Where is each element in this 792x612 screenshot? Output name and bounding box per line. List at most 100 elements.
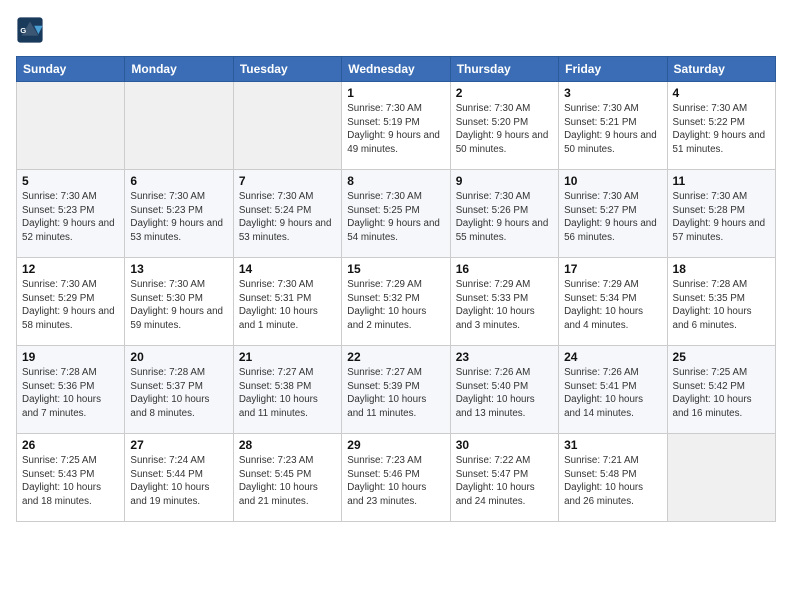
calendar-cell: 4 Sunrise: 7:30 AMSunset: 5:22 PMDaylight… — [667, 82, 775, 170]
calendar-cell: 10 Sunrise: 7:30 AMSunset: 5:27 PMDayligh… — [559, 170, 667, 258]
day-number: 9 — [456, 174, 553, 188]
calendar-cell: 6 Sunrise: 7:30 AMSunset: 5:23 PMDaylight… — [125, 170, 233, 258]
calendar-cell: 3 Sunrise: 7:30 AMSunset: 5:21 PMDaylight… — [559, 82, 667, 170]
day-number: 29 — [347, 438, 444, 452]
calendar-cell: 31 Sunrise: 7:21 AMSunset: 5:48 PMDayligh… — [559, 434, 667, 522]
calendar-week-row: 26 Sunrise: 7:25 AMSunset: 5:43 PMDayligh… — [17, 434, 776, 522]
day-number: 3 — [564, 86, 661, 100]
day-info: Sunrise: 7:25 AMSunset: 5:43 PMDaylight:… — [22, 454, 119, 509]
day-number: 1 — [347, 86, 444, 100]
day-info: Sunrise: 7:30 AMSunset: 5:21 PMDaylight:… — [564, 102, 661, 157]
day-number: 31 — [564, 438, 661, 452]
day-info: Sunrise: 7:30 AMSunset: 5:25 PMDaylight:… — [347, 190, 444, 245]
calendar-cell: 18 Sunrise: 7:28 AMSunset: 5:35 PMDayligh… — [667, 258, 775, 346]
calendar-cell: 26 Sunrise: 7:25 AMSunset: 5:43 PMDayligh… — [17, 434, 125, 522]
day-number: 4 — [673, 86, 770, 100]
day-number: 21 — [239, 350, 336, 364]
calendar-cell: 13 Sunrise: 7:30 AMSunset: 5:30 PMDayligh… — [125, 258, 233, 346]
calendar: SundayMondayTuesdayWednesdayThursdayFrid… — [16, 56, 776, 522]
day-info: Sunrise: 7:21 AMSunset: 5:48 PMDaylight:… — [564, 454, 661, 509]
calendar-cell: 19 Sunrise: 7:28 AMSunset: 5:36 PMDayligh… — [17, 346, 125, 434]
day-number: 13 — [130, 262, 227, 276]
calendar-cell — [125, 82, 233, 170]
calendar-header-row: SundayMondayTuesdayWednesdayThursdayFrid… — [17, 57, 776, 82]
calendar-cell: 24Sunrise: 7:26 AMSunset: 5:41 PMDayligh… — [559, 346, 667, 434]
day-number: 27 — [130, 438, 227, 452]
day-info: Sunrise: 7:30 AMSunset: 5:24 PMDaylight:… — [239, 190, 336, 245]
calendar-cell: 27Sunrise: 7:24 AMSunset: 5:44 PMDayligh… — [125, 434, 233, 522]
calendar-cell: 9Sunrise: 7:30 AMSunset: 5:26 PMDaylight… — [450, 170, 558, 258]
calendar-cell: 25 Sunrise: 7:25 AMSunset: 5:42 PMDayligh… — [667, 346, 775, 434]
day-info: Sunrise: 7:29 AMSunset: 5:34 PMDaylight:… — [564, 278, 661, 333]
day-number: 6 — [130, 174, 227, 188]
day-number: 20 — [130, 350, 227, 364]
day-number: 10 — [564, 174, 661, 188]
day-info: Sunrise: 7:29 AMSunset: 5:32 PMDaylight:… — [347, 278, 444, 333]
day-number: 23 — [456, 350, 553, 364]
day-info: Sunrise: 7:30 AMSunset: 5:30 PMDaylight:… — [130, 278, 227, 333]
calendar-cell: 22 Sunrise: 7:27 AMSunset: 5:39 PMDayligh… — [342, 346, 450, 434]
calendar-week-row: 12 Sunrise: 7:30 AMSunset: 5:29 PMDayligh… — [17, 258, 776, 346]
day-info: Sunrise: 7:30 AMSunset: 5:22 PMDaylight:… — [673, 102, 770, 157]
weekday-header: Saturday — [667, 57, 775, 82]
calendar-cell: 30 Sunrise: 7:22 AMSunset: 5:47 PMDayligh… — [450, 434, 558, 522]
svg-text:G: G — [20, 26, 26, 35]
day-number: 25 — [673, 350, 770, 364]
calendar-cell: 23 Sunrise: 7:26 AMSunset: 5:40 PMDayligh… — [450, 346, 558, 434]
day-info: Sunrise: 7:25 AMSunset: 5:42 PMDaylight:… — [673, 366, 770, 421]
day-info: Sunrise: 7:30 AMSunset: 5:23 PMDaylight:… — [22, 190, 119, 245]
calendar-cell: 7 Sunrise: 7:30 AMSunset: 5:24 PMDaylight… — [233, 170, 341, 258]
calendar-cell: 1 Sunrise: 7:30 AMSunset: 5:19 PMDaylight… — [342, 82, 450, 170]
weekday-header: Tuesday — [233, 57, 341, 82]
day-number: 8 — [347, 174, 444, 188]
day-number: 30 — [456, 438, 553, 452]
calendar-cell — [17, 82, 125, 170]
day-number: 18 — [673, 262, 770, 276]
weekday-header: Friday — [559, 57, 667, 82]
day-info: Sunrise: 7:22 AMSunset: 5:47 PMDaylight:… — [456, 454, 553, 509]
day-info: Sunrise: 7:23 AMSunset: 5:45 PMDaylight:… — [239, 454, 336, 509]
day-info: Sunrise: 7:30 AMSunset: 5:23 PMDaylight:… — [130, 190, 227, 245]
day-number: 16 — [456, 262, 553, 276]
day-info: Sunrise: 7:30 AMSunset: 5:27 PMDaylight:… — [564, 190, 661, 245]
weekday-header: Thursday — [450, 57, 558, 82]
calendar-cell: 8 Sunrise: 7:30 AMSunset: 5:25 PMDaylight… — [342, 170, 450, 258]
day-info: Sunrise: 7:28 AMSunset: 5:37 PMDaylight:… — [130, 366, 227, 421]
day-number: 26 — [22, 438, 119, 452]
calendar-cell — [667, 434, 775, 522]
calendar-cell: 29 Sunrise: 7:23 AMSunset: 5:46 PMDayligh… — [342, 434, 450, 522]
day-info: Sunrise: 7:28 AMSunset: 5:35 PMDaylight:… — [673, 278, 770, 333]
calendar-week-row: 5 Sunrise: 7:30 AMSunset: 5:23 PMDaylight… — [17, 170, 776, 258]
day-number: 19 — [22, 350, 119, 364]
calendar-cell: 12 Sunrise: 7:30 AMSunset: 5:29 PMDayligh… — [17, 258, 125, 346]
day-number: 2 — [456, 86, 553, 100]
day-info: Sunrise: 7:28 AMSunset: 5:36 PMDaylight:… — [22, 366, 119, 421]
day-info: Sunrise: 7:27 AMSunset: 5:39 PMDaylight:… — [347, 366, 444, 421]
weekday-header: Monday — [125, 57, 233, 82]
day-info: Sunrise: 7:30 AMSunset: 5:29 PMDaylight:… — [22, 278, 119, 333]
weekday-header: Sunday — [17, 57, 125, 82]
day-number: 17 — [564, 262, 661, 276]
day-info: Sunrise: 7:26 AMSunset: 5:40 PMDaylight:… — [456, 366, 553, 421]
calendar-cell: 15Sunrise: 7:29 AMSunset: 5:32 PMDayligh… — [342, 258, 450, 346]
logo: G — [16, 16, 46, 44]
calendar-cell: 17 Sunrise: 7:29 AMSunset: 5:34 PMDayligh… — [559, 258, 667, 346]
day-number: 11 — [673, 174, 770, 188]
day-info: Sunrise: 7:30 AMSunset: 5:28 PMDaylight:… — [673, 190, 770, 245]
day-number: 7 — [239, 174, 336, 188]
header: G — [16, 16, 776, 44]
calendar-cell: 28 Sunrise: 7:23 AMSunset: 5:45 PMDayligh… — [233, 434, 341, 522]
day-info: Sunrise: 7:26 AMSunset: 5:41 PMDaylight:… — [564, 366, 661, 421]
page: G SundayMondayTuesdayWednesdayThursdayFr… — [0, 0, 792, 612]
day-info: Sunrise: 7:27 AMSunset: 5:38 PMDaylight:… — [239, 366, 336, 421]
calendar-cell: 5 Sunrise: 7:30 AMSunset: 5:23 PMDaylight… — [17, 170, 125, 258]
calendar-week-row: 19 Sunrise: 7:28 AMSunset: 5:36 PMDayligh… — [17, 346, 776, 434]
calendar-cell: 14Sunrise: 7:30 AMSunset: 5:31 PMDayligh… — [233, 258, 341, 346]
day-number: 22 — [347, 350, 444, 364]
weekday-header: Wednesday — [342, 57, 450, 82]
day-info: Sunrise: 7:30 AMSunset: 5:19 PMDaylight:… — [347, 102, 444, 157]
day-number: 28 — [239, 438, 336, 452]
day-number: 5 — [22, 174, 119, 188]
day-number: 12 — [22, 262, 119, 276]
day-info: Sunrise: 7:23 AMSunset: 5:46 PMDaylight:… — [347, 454, 444, 509]
